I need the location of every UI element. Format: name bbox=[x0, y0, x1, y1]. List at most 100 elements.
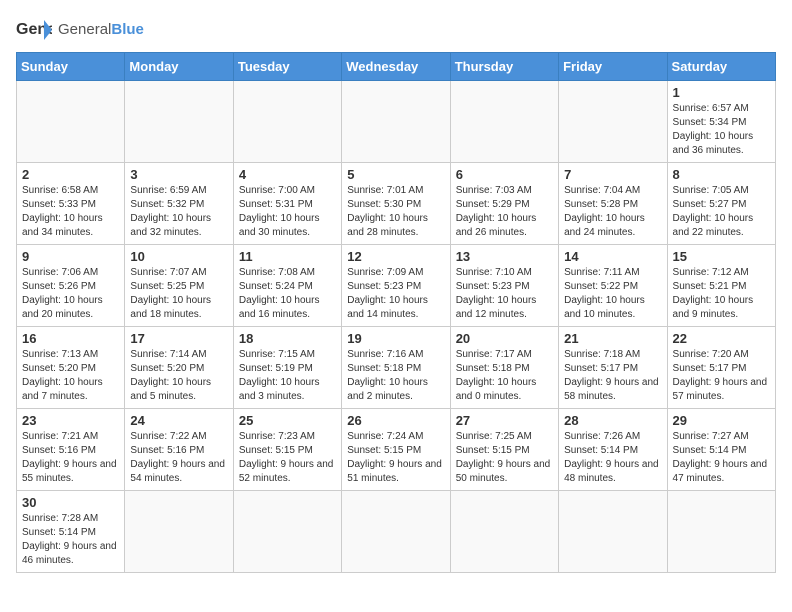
week-row-2: 2Sunrise: 6:58 AM Sunset: 5:33 PM Daylig… bbox=[17, 163, 776, 245]
logo: General GeneralBlue bbox=[16, 16, 144, 44]
day-info: Sunrise: 7:10 AM Sunset: 5:23 PM Dayligh… bbox=[456, 266, 553, 322]
day-cell: 23Sunrise: 7:21 AM Sunset: 5:16 PM Dayli… bbox=[17, 409, 125, 491]
logo-icon: General bbox=[16, 16, 52, 44]
day-cell: 7 Sunrise: 7:04 AM Sunset: 5:28 PM Daylig… bbox=[559, 163, 667, 245]
day-info: Sunrise: 7:22 AM Sunset: 5:16 PM Dayligh… bbox=[130, 430, 227, 486]
day-cell: 14Sunrise: 7:11 AM Sunset: 5:22 PM Dayli… bbox=[559, 245, 667, 327]
day-info: Sunrise: 7:05 AM Sunset: 5:27 PM Dayligh… bbox=[673, 184, 770, 240]
day-number: 20 bbox=[456, 331, 553, 346]
day-info: Sunrise: 7:16 AM Sunset: 5:18 PM Dayligh… bbox=[347, 348, 444, 404]
day-number: 5 bbox=[347, 167, 444, 182]
week-row-5: 23Sunrise: 7:21 AM Sunset: 5:16 PM Dayli… bbox=[17, 409, 776, 491]
day-cell: 15Sunrise: 7:12 AM Sunset: 5:21 PM Dayli… bbox=[667, 245, 775, 327]
day-cell: 18 Sunrise: 7:15 AM Sunset: 5:19 PM Dayli… bbox=[233, 327, 341, 409]
day-info: Sunrise: 7:03 AM Sunset: 5:29 PM Dayligh… bbox=[456, 184, 553, 240]
day-number: 7 bbox=[564, 167, 661, 182]
day-number: 21 bbox=[564, 331, 661, 346]
day-cell: 12Sunrise: 7:09 AM Sunset: 5:23 PM Dayli… bbox=[342, 245, 450, 327]
day-info: Sunrise: 7:00 AM Sunset: 5:31 PM Dayligh… bbox=[239, 184, 336, 240]
day-info: Sunrise: 7:17 AM Sunset: 5:18 PM Dayligh… bbox=[456, 348, 553, 404]
day-info: Sunrise: 7:01 AM Sunset: 5:30 PM Dayligh… bbox=[347, 184, 444, 240]
week-row-3: 9Sunrise: 7:06 AM Sunset: 5:26 PM Daylig… bbox=[17, 245, 776, 327]
day-number: 13 bbox=[456, 249, 553, 264]
day-number: 28 bbox=[564, 413, 661, 428]
weekday-monday: Monday bbox=[125, 53, 233, 81]
day-cell: 3Sunrise: 6:59 AM Sunset: 5:32 PM Daylig… bbox=[125, 163, 233, 245]
day-info: Sunrise: 7:15 AM Sunset: 5:19 PM Dayligh… bbox=[239, 348, 336, 404]
day-info: Sunrise: 7:25 AM Sunset: 5:15 PM Dayligh… bbox=[456, 430, 553, 486]
day-cell bbox=[559, 81, 667, 163]
weekday-sunday: Sunday bbox=[17, 53, 125, 81]
day-cell: 13 Sunrise: 7:10 AM Sunset: 5:23 PM Dayli… bbox=[450, 245, 558, 327]
day-cell: 26 Sunrise: 7:24 AM Sunset: 5:15 PM Dayli… bbox=[342, 409, 450, 491]
day-info: Sunrise: 7:27 AM Sunset: 5:14 PM Dayligh… bbox=[673, 430, 770, 486]
day-cell: 19 Sunrise: 7:16 AM Sunset: 5:18 PM Dayli… bbox=[342, 327, 450, 409]
day-cell: 30Sunrise: 7:28 AM Sunset: 5:14 PM Dayli… bbox=[17, 491, 125, 573]
day-info: Sunrise: 7:28 AM Sunset: 5:14 PM Dayligh… bbox=[22, 512, 119, 568]
day-cell: 29 Sunrise: 7:27 AM Sunset: 5:14 PM Dayli… bbox=[667, 409, 775, 491]
day-info: Sunrise: 7:18 AM Sunset: 5:17 PM Dayligh… bbox=[564, 348, 661, 404]
day-number: 23 bbox=[22, 413, 119, 428]
day-cell: 2Sunrise: 6:58 AM Sunset: 5:33 PM Daylig… bbox=[17, 163, 125, 245]
day-cell: 27 Sunrise: 7:25 AM Sunset: 5:15 PM Dayli… bbox=[450, 409, 558, 491]
day-info: Sunrise: 7:24 AM Sunset: 5:15 PM Dayligh… bbox=[347, 430, 444, 486]
day-info: Sunrise: 7:08 AM Sunset: 5:24 PM Dayligh… bbox=[239, 266, 336, 322]
day-cell bbox=[667, 491, 775, 573]
day-number: 25 bbox=[239, 413, 336, 428]
day-cell: 28 Sunrise: 7:26 AM Sunset: 5:14 PM Dayli… bbox=[559, 409, 667, 491]
day-info: Sunrise: 7:14 AM Sunset: 5:20 PM Dayligh… bbox=[130, 348, 227, 404]
day-info: Sunrise: 7:07 AM Sunset: 5:25 PM Dayligh… bbox=[130, 266, 227, 322]
day-number: 18 bbox=[239, 331, 336, 346]
day-info: Sunrise: 7:26 AM Sunset: 5:14 PM Dayligh… bbox=[564, 430, 661, 486]
day-number: 27 bbox=[456, 413, 553, 428]
day-number: 26 bbox=[347, 413, 444, 428]
day-number: 12 bbox=[347, 249, 444, 264]
day-cell: 9Sunrise: 7:06 AM Sunset: 5:26 PM Daylig… bbox=[17, 245, 125, 327]
day-cell bbox=[17, 81, 125, 163]
day-cell: 16 Sunrise: 7:13 AM Sunset: 5:20 PM Dayli… bbox=[17, 327, 125, 409]
day-number: 6 bbox=[456, 167, 553, 182]
weekday-tuesday: Tuesday bbox=[233, 53, 341, 81]
calendar-table: SundayMondayTuesdayWednesdayThursdayFrid… bbox=[16, 52, 776, 573]
day-info: Sunrise: 7:13 AM Sunset: 5:20 PM Dayligh… bbox=[22, 348, 119, 404]
day-number: 4 bbox=[239, 167, 336, 182]
day-number: 3 bbox=[130, 167, 227, 182]
day-number: 19 bbox=[347, 331, 444, 346]
day-info: Sunrise: 7:04 AM Sunset: 5:28 PM Dayligh… bbox=[564, 184, 661, 240]
day-cell: 10 Sunrise: 7:07 AM Sunset: 5:25 PM Dayli… bbox=[125, 245, 233, 327]
day-cell: 5 Sunrise: 7:01 AM Sunset: 5:30 PM Daylig… bbox=[342, 163, 450, 245]
day-number: 17 bbox=[130, 331, 227, 346]
day-cell bbox=[342, 491, 450, 573]
day-number: 9 bbox=[22, 249, 119, 264]
day-info: Sunrise: 6:58 AM Sunset: 5:33 PM Dayligh… bbox=[22, 184, 119, 240]
week-row-4: 16 Sunrise: 7:13 AM Sunset: 5:20 PM Dayli… bbox=[17, 327, 776, 409]
day-number: 14 bbox=[564, 249, 661, 264]
day-number: 29 bbox=[673, 413, 770, 428]
day-number: 1 bbox=[673, 85, 770, 100]
day-cell: 24 Sunrise: 7:22 AM Sunset: 5:16 PM Dayli… bbox=[125, 409, 233, 491]
day-cell bbox=[450, 81, 558, 163]
weekday-friday: Friday bbox=[559, 53, 667, 81]
week-row-1: 1Sunrise: 6:57 AM Sunset: 5:34 PM Daylig… bbox=[17, 81, 776, 163]
day-number: 10 bbox=[130, 249, 227, 264]
day-number: 11 bbox=[239, 249, 336, 264]
day-cell: 1Sunrise: 6:57 AM Sunset: 5:34 PM Daylig… bbox=[667, 81, 775, 163]
day-number: 16 bbox=[22, 331, 119, 346]
day-cell bbox=[233, 81, 341, 163]
day-cell: 8Sunrise: 7:05 AM Sunset: 5:27 PM Daylig… bbox=[667, 163, 775, 245]
weekday-wednesday: Wednesday bbox=[342, 53, 450, 81]
day-cell: 4 Sunrise: 7:00 AM Sunset: 5:31 PM Daylig… bbox=[233, 163, 341, 245]
day-cell: 25Sunrise: 7:23 AM Sunset: 5:15 PM Dayli… bbox=[233, 409, 341, 491]
logo-text: GeneralBlue bbox=[58, 22, 144, 39]
day-number: 22 bbox=[673, 331, 770, 346]
day-info: Sunrise: 7:12 AM Sunset: 5:21 PM Dayligh… bbox=[673, 266, 770, 322]
day-cell bbox=[450, 491, 558, 573]
day-number: 24 bbox=[130, 413, 227, 428]
day-cell bbox=[125, 491, 233, 573]
day-cell: 11 Sunrise: 7:08 AM Sunset: 5:24 PM Dayli… bbox=[233, 245, 341, 327]
day-cell: 22Sunrise: 7:20 AM Sunset: 5:17 PM Dayli… bbox=[667, 327, 775, 409]
day-cell bbox=[233, 491, 341, 573]
weekday-saturday: Saturday bbox=[667, 53, 775, 81]
day-cell: 6 Sunrise: 7:03 AM Sunset: 5:29 PM Daylig… bbox=[450, 163, 558, 245]
day-cell bbox=[559, 491, 667, 573]
